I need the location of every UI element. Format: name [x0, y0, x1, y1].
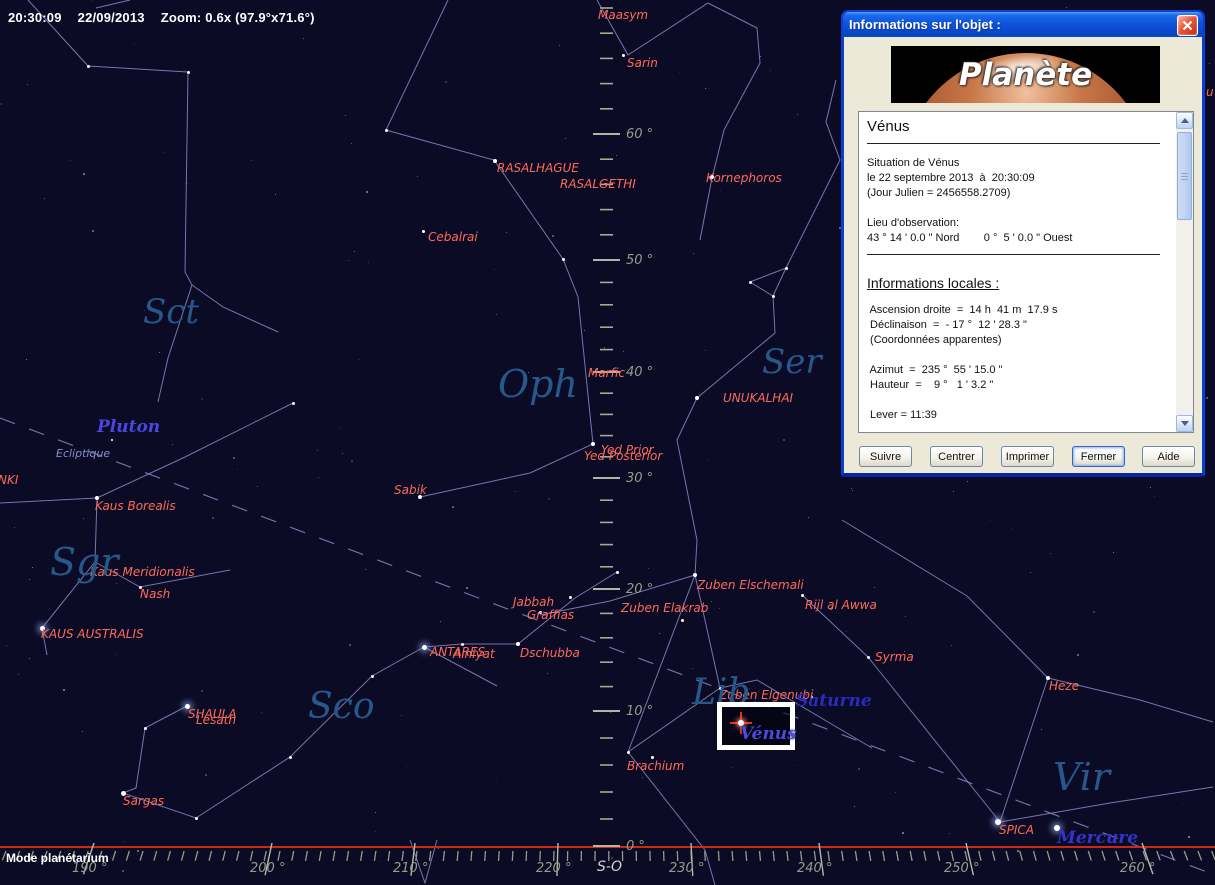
azimuth-degree-label: 220 °	[536, 861, 571, 876]
star-label: Sargas	[123, 794, 164, 808]
arrow-up-icon	[1181, 118, 1189, 123]
aide-button[interactable]: Aide	[1142, 446, 1195, 467]
star-label: RASALHAGUE	[497, 161, 579, 175]
azimuth-degree-label: 260 °	[1120, 861, 1155, 876]
clock-date: 22/09/2013	[78, 10, 145, 25]
star-label: Rijl al Awwa	[805, 598, 877, 612]
scrollbar-thumb[interactable]	[1177, 132, 1192, 220]
star-label: Heze	[1049, 679, 1079, 693]
azimuth-degree-label: 230 °	[669, 861, 704, 876]
star-label: Jabbah	[513, 595, 554, 609]
object-info-text: Vénus Situation de Vénus le 22 septembre…	[859, 112, 1176, 432]
close-button[interactable]	[1177, 15, 1198, 36]
star-label: Brachium	[627, 759, 684, 773]
scroll-down-button[interactable]	[1176, 415, 1193, 432]
star-label: Zuben Elakrab	[621, 601, 708, 615]
altitude-degree-label: 40 °	[626, 365, 653, 380]
planet-banner: Planète	[891, 46, 1160, 103]
star-label: Graffias	[527, 608, 574, 622]
info-dialog: Informations sur l'objet : Planète Vénus…	[841, 10, 1205, 477]
star-label: Cebalrai	[428, 230, 478, 244]
star-label: Lesath	[196, 713, 236, 727]
planet-label: Saturne	[796, 691, 872, 711]
local-info-heading: Informations locales :	[867, 275, 1174, 291]
star-label: Alniyat	[453, 647, 495, 661]
star-label: UNUKALHAI	[723, 391, 793, 405]
constellation-label: Oph	[498, 362, 578, 406]
star-label: Syrma	[875, 650, 914, 664]
star-label: NKI	[0, 473, 18, 487]
altitude-degree-label: 20 °	[626, 582, 653, 597]
divider	[867, 143, 1160, 144]
star-label: Sabik	[394, 483, 427, 497]
centrer-button[interactable]: Centrer	[930, 446, 983, 467]
situation-info: Situation de Vénus le 22 septembre 2013 …	[867, 156, 1174, 246]
star-label: Kornephoros	[706, 171, 782, 185]
star-label: Dschubba	[520, 646, 580, 660]
altitude-degree-label: 30 °	[626, 471, 653, 486]
scrollbar[interactable]	[1176, 112, 1193, 432]
banner-caption: Planète	[891, 46, 1160, 103]
constellation-label: Sco	[308, 686, 375, 727]
divider	[867, 254, 1160, 255]
star-label: Nash	[140, 587, 170, 601]
planet-label: Pluton	[97, 417, 160, 437]
constellation-label: Sct	[143, 292, 199, 332]
local-info: Ascension droite = 14 h 41 m 17.9 s Décl…	[867, 303, 1174, 423]
zoom-level: Zoom: 0.6x (97.9°x71.6°)	[161, 10, 315, 25]
star-label: Sarin	[627, 56, 658, 70]
dialog-title: Informations sur l'objet :	[843, 17, 1001, 32]
imprimer-button[interactable]: Imprimer	[1001, 446, 1054, 467]
close-icon	[1182, 20, 1193, 31]
altitude-degree-label: 10 °	[626, 704, 653, 719]
object-info-panel[interactable]: Vénus Situation de Vénus le 22 septembre…	[858, 111, 1194, 433]
star-label: Marfic	[588, 366, 625, 380]
star-label: Yed Posterior	[584, 449, 662, 463]
star-label: Maasym	[598, 8, 648, 22]
dialog-buttons: Suivre Centrer Imprimer Fermer Aide	[844, 446, 1202, 468]
star-label: Zuben Elschemali	[697, 578, 804, 592]
fermer-button[interactable]: Fermer	[1072, 446, 1125, 467]
azimuth-degree-label: 250 °	[944, 861, 979, 876]
azimuth-degree-label: 200 °	[250, 861, 285, 876]
constellation-label: Sgr	[50, 540, 119, 584]
planetarium-screen: Maasym Sarin RASALHAGUE RASALGETHI Kornephor…	[0, 0, 1215, 885]
azimuth-degree-label: 210 °	[393, 861, 428, 876]
cardinal-direction-label: S-O	[597, 859, 622, 875]
azimuth-degree-label: 240 °	[797, 861, 832, 876]
planet-label: Mercure	[1057, 828, 1138, 848]
clock-time: 20:30:09	[8, 10, 62, 25]
ecliptic-label: Ecliptique	[56, 447, 110, 460]
star-label: u	[1206, 85, 1214, 99]
suivre-button[interactable]: Suivre	[859, 446, 912, 467]
constellation-label: Ser	[762, 342, 822, 382]
altitude-degree-label: 0 °	[626, 839, 645, 854]
mode-label: Mode planétarium	[6, 851, 109, 865]
star-label: KAUS AUSTRALIS	[41, 627, 144, 641]
star-label: RASALGETHI	[560, 177, 636, 191]
constellation-label: Vir	[1053, 755, 1110, 799]
status-bar: 20:30:09 22/09/2013 Zoom: 0.6x (97.9°x71.6…	[8, 10, 331, 25]
venus-highlight-box[interactable]: Vénus	[717, 702, 795, 750]
star-label: Kaus Borealis	[95, 499, 176, 513]
arrow-down-icon	[1181, 421, 1189, 426]
scroll-up-button[interactable]	[1176, 112, 1193, 129]
object-name: Vénus	[867, 116, 1174, 135]
venus-planet-label: Vénus	[740, 724, 797, 744]
star-label: SPICA	[999, 823, 1034, 837]
altitude-degree-label: 50 °	[626, 253, 653, 268]
scrollbar-grip	[1181, 173, 1188, 174]
altitude-degree-label: 60 °	[626, 127, 653, 142]
dialog-titlebar[interactable]: Informations sur l'objet :	[843, 12, 1203, 37]
